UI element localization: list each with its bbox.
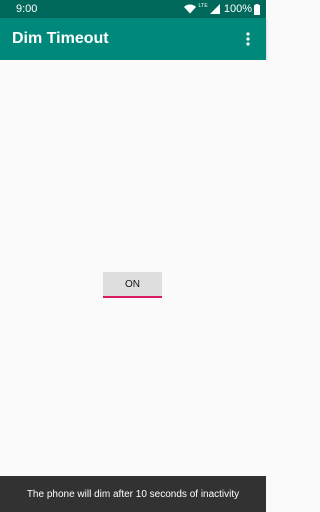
status-bar: 9:00 LTE 100% — [0, 0, 266, 18]
battery-percent: 100% — [223, 3, 252, 15]
snackbar: The phone will dim after 10 seconds of i… — [0, 476, 266, 512]
app-title: Dim Timeout — [12, 30, 109, 47]
app-bar: Dim Timeout — [0, 18, 266, 60]
signal-icon — [209, 4, 220, 14]
wifi-icon — [184, 4, 197, 14]
overflow-menu-button[interactable] — [240, 27, 256, 51]
main-content: ON — [0, 60, 266, 476]
more-vert-icon — [246, 32, 250, 46]
network-type: LTE — [198, 2, 208, 9]
status-time: 9:00 — [16, 3, 38, 15]
snackbar-message: The phone will dim after 10 seconds of i… — [26, 488, 240, 500]
status-icons: LTE 100% — [184, 3, 260, 15]
dim-toggle-button[interactable]: ON — [103, 272, 162, 298]
battery-icon — [254, 3, 260, 15]
